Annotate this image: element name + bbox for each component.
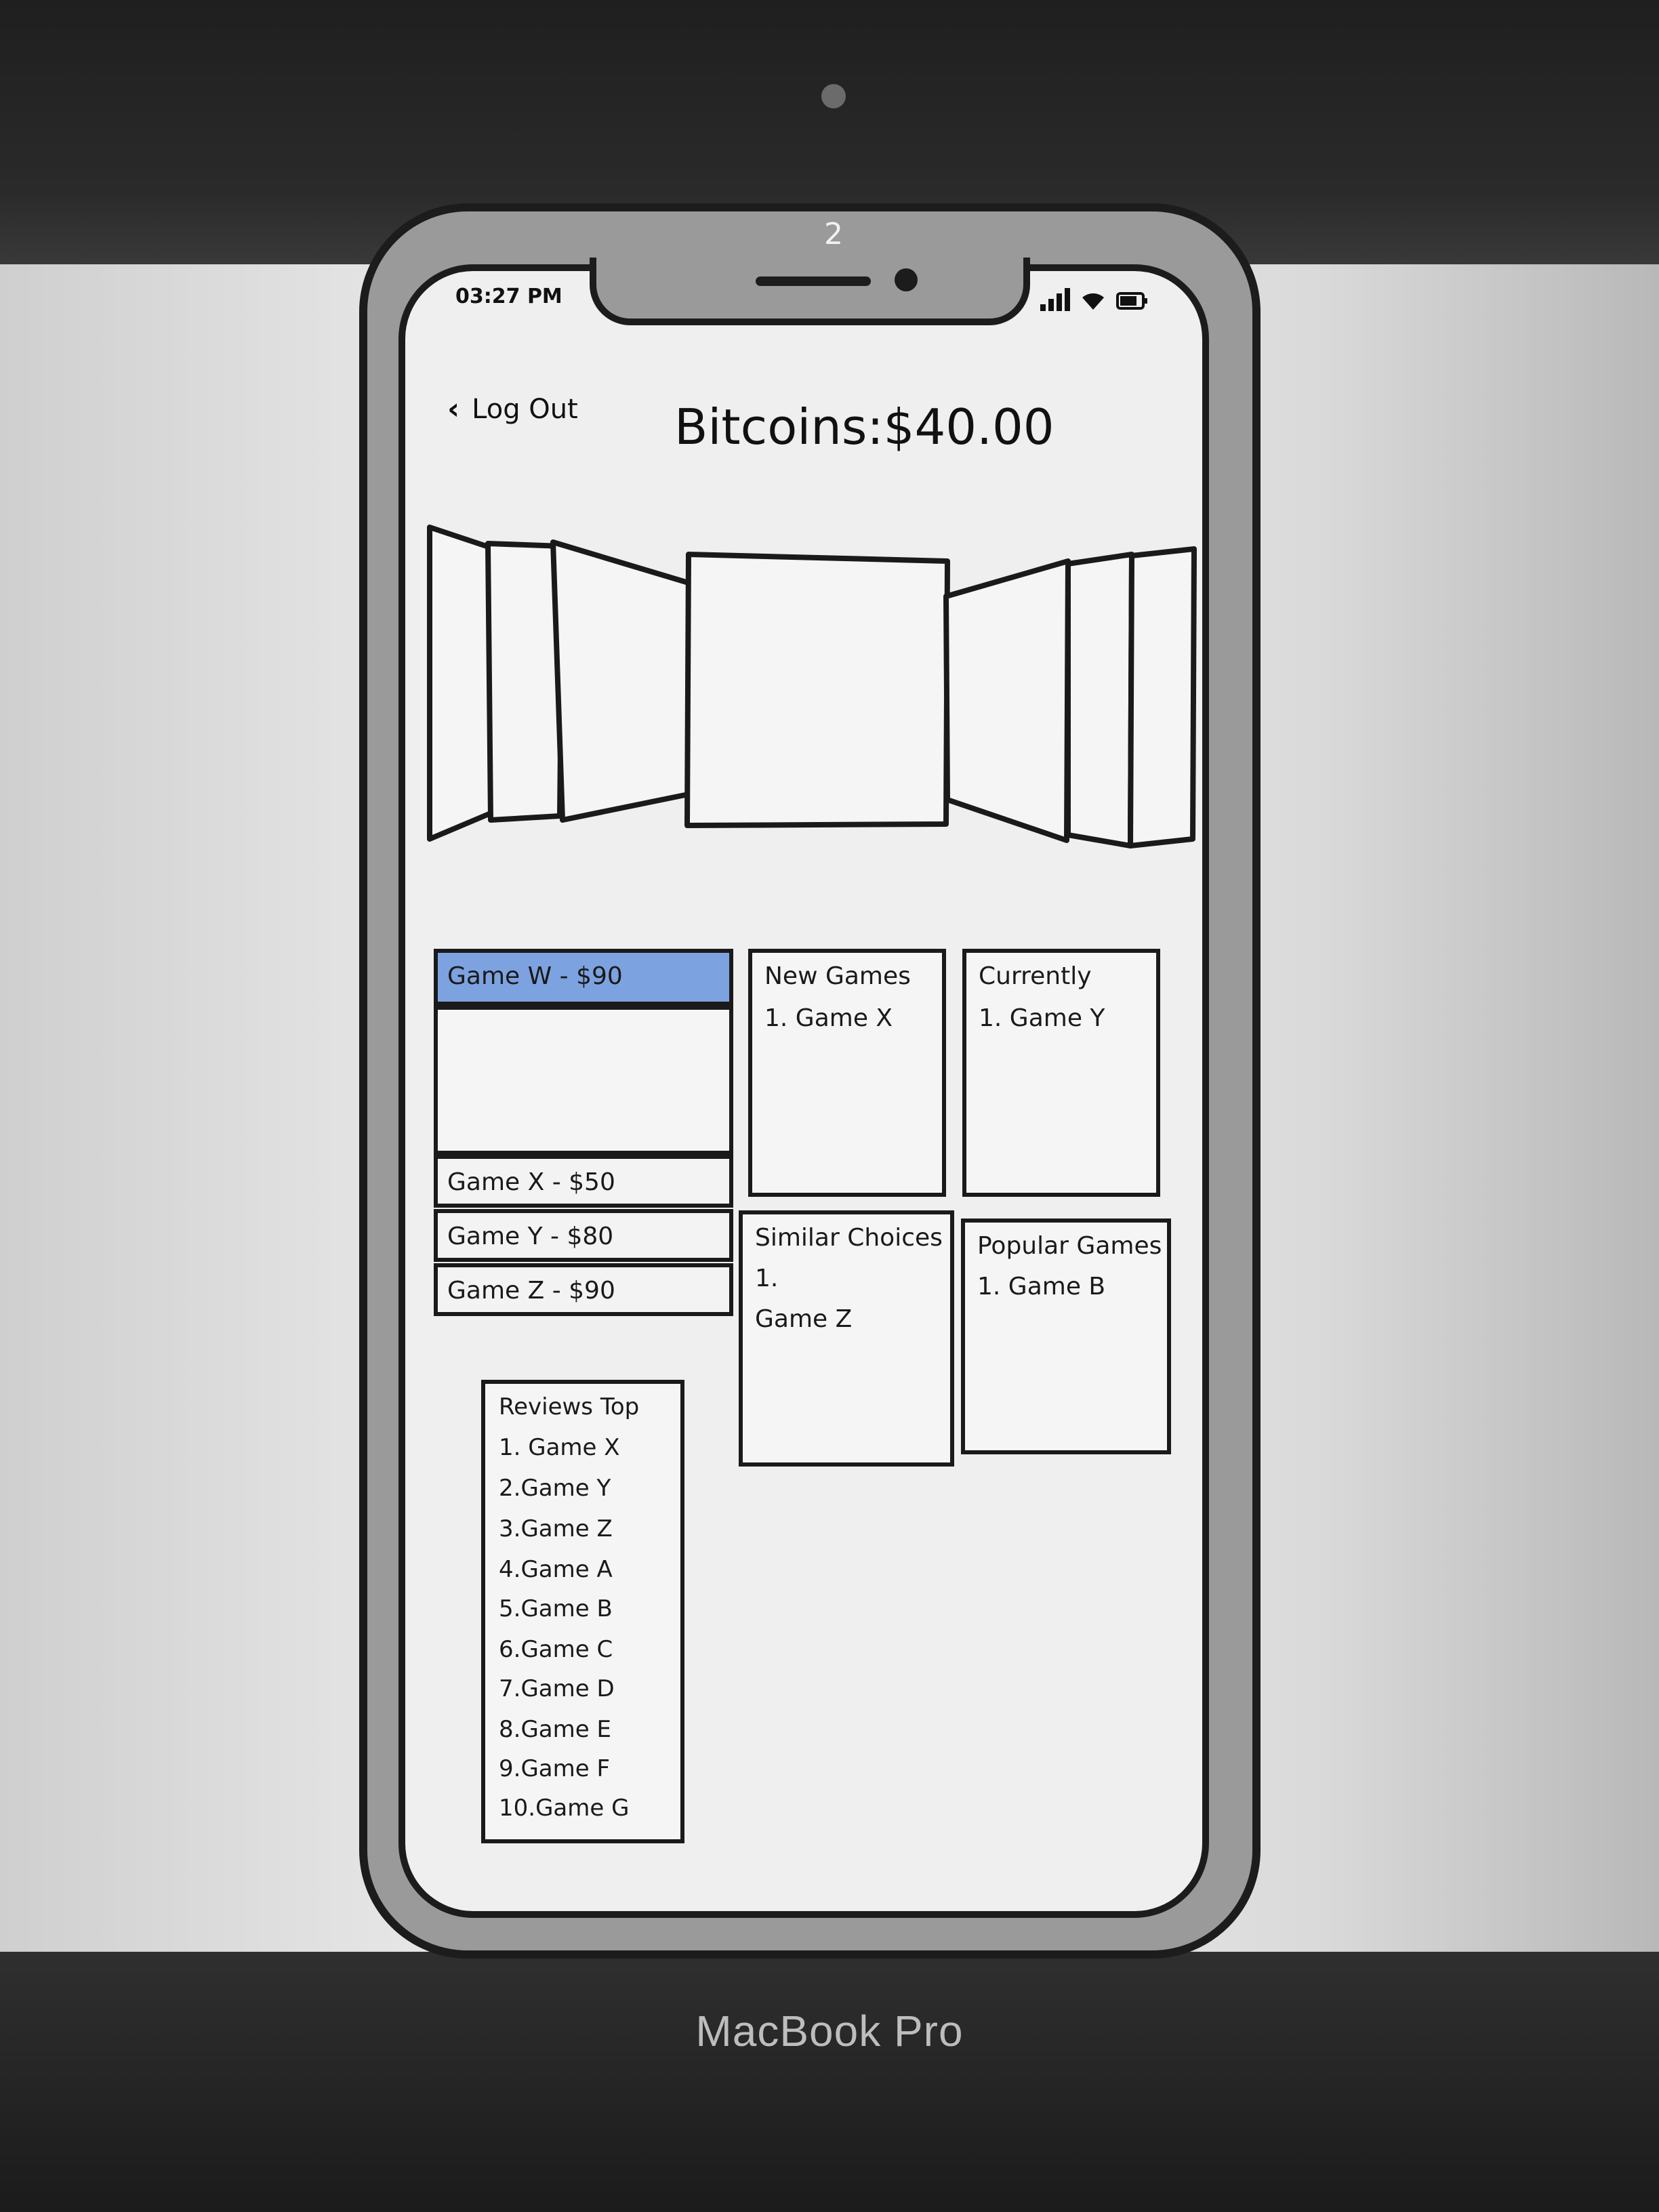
- review-item[interactable]: 8.Game E: [499, 1716, 611, 1743]
- status-time: 03:27 PM: [455, 285, 562, 308]
- review-item[interactable]: 4.Game A: [499, 1556, 613, 1583]
- game-row-label: Game X - $50: [447, 1168, 615, 1196]
- popular-games-panel[interactable]: Popular Games 1. Game B: [961, 1218, 1171, 1454]
- new-games-title: New Games: [764, 962, 911, 990]
- laptop-camera-icon: [821, 84, 846, 108]
- speaker-icon: [756, 276, 871, 286]
- reviews-top-panel[interactable]: Reviews Top 1. Game X 2.Game Y 3.Game Z …: [481, 1380, 684, 1843]
- currently-item[interactable]: 1. Game Y: [979, 1004, 1105, 1032]
- popular-games-item[interactable]: 1. Game B: [977, 1273, 1105, 1300]
- review-item[interactable]: 1. Game X: [499, 1434, 620, 1461]
- reviews-top-title: Reviews Top: [499, 1393, 640, 1420]
- selected-game-preview: [434, 1006, 733, 1155]
- similar-choices-panel[interactable]: Similar Choices 1. Game Z: [739, 1210, 954, 1467]
- game-row-selected[interactable]: Game W - $90: [434, 949, 733, 1006]
- wifi-icon: [1082, 293, 1104, 310]
- new-games-panel[interactable]: New Games 1. Game X: [748, 949, 946, 1197]
- game-row[interactable]: Game Z - $90: [434, 1263, 733, 1316]
- similar-choices-item: 1.: [755, 1265, 779, 1292]
- status-icons: [1040, 288, 1149, 311]
- similar-choices-item[interactable]: Game Z: [755, 1305, 852, 1333]
- carousel-card-left-3: [427, 525, 497, 842]
- similar-choices-title: Similar Choices: [755, 1224, 943, 1252]
- currently-title: Currently: [979, 962, 1092, 990]
- page-number: 2: [824, 217, 843, 251]
- laptop-bottom-bezel: [0, 1952, 1659, 2212]
- carousel-card-center: [684, 552, 950, 828]
- review-item[interactable]: 2.Game Y: [499, 1475, 611, 1502]
- review-item[interactable]: 3.Game Z: [499, 1515, 613, 1542]
- carousel-card-right-1: [943, 558, 1071, 843]
- game-row[interactable]: Game Y - $80: [434, 1209, 733, 1262]
- front-camera-icon: [895, 268, 918, 291]
- game-row-label: Game Z - $90: [447, 1277, 615, 1305]
- log-out-label: Log Out: [472, 393, 578, 425]
- carousel-card-right-3: [1128, 546, 1197, 848]
- signal-icon: [1040, 288, 1070, 311]
- review-item[interactable]: 6.Game C: [499, 1636, 613, 1663]
- game-row[interactable]: Game X - $50: [434, 1155, 733, 1208]
- phone-notch: [590, 258, 1030, 325]
- game-row-selected-label: Game W - $90: [447, 962, 623, 990]
- carousel-card-left-1: [550, 539, 691, 823]
- log-out-link[interactable]: ‹ Log Out: [447, 392, 578, 426]
- carousel-card-right-2: [1065, 552, 1134, 848]
- popular-games-title: Popular Games: [977, 1232, 1162, 1260]
- review-item[interactable]: 9.Game F: [499, 1755, 610, 1782]
- review-item[interactable]: 10.Game G: [499, 1795, 629, 1822]
- game-row-label: Game Y - $80: [447, 1223, 614, 1250]
- chevron-left-icon: ‹: [447, 392, 460, 426]
- new-games-item[interactable]: 1. Game X: [764, 1004, 893, 1032]
- laptop-brand-label: MacBook Pro: [695, 2007, 964, 2055]
- bitcoin-balance: Bitcoins:$40.00: [674, 398, 1054, 455]
- battery-icon: [1116, 292, 1147, 310]
- carousel-card-left-2: [485, 541, 565, 823]
- currently-panel[interactable]: Currently 1. Game Y: [962, 949, 1160, 1197]
- review-item[interactable]: 7.Game D: [499, 1675, 615, 1702]
- game-carousel[interactable]: [420, 515, 1200, 854]
- review-item[interactable]: 5.Game B: [499, 1595, 613, 1622]
